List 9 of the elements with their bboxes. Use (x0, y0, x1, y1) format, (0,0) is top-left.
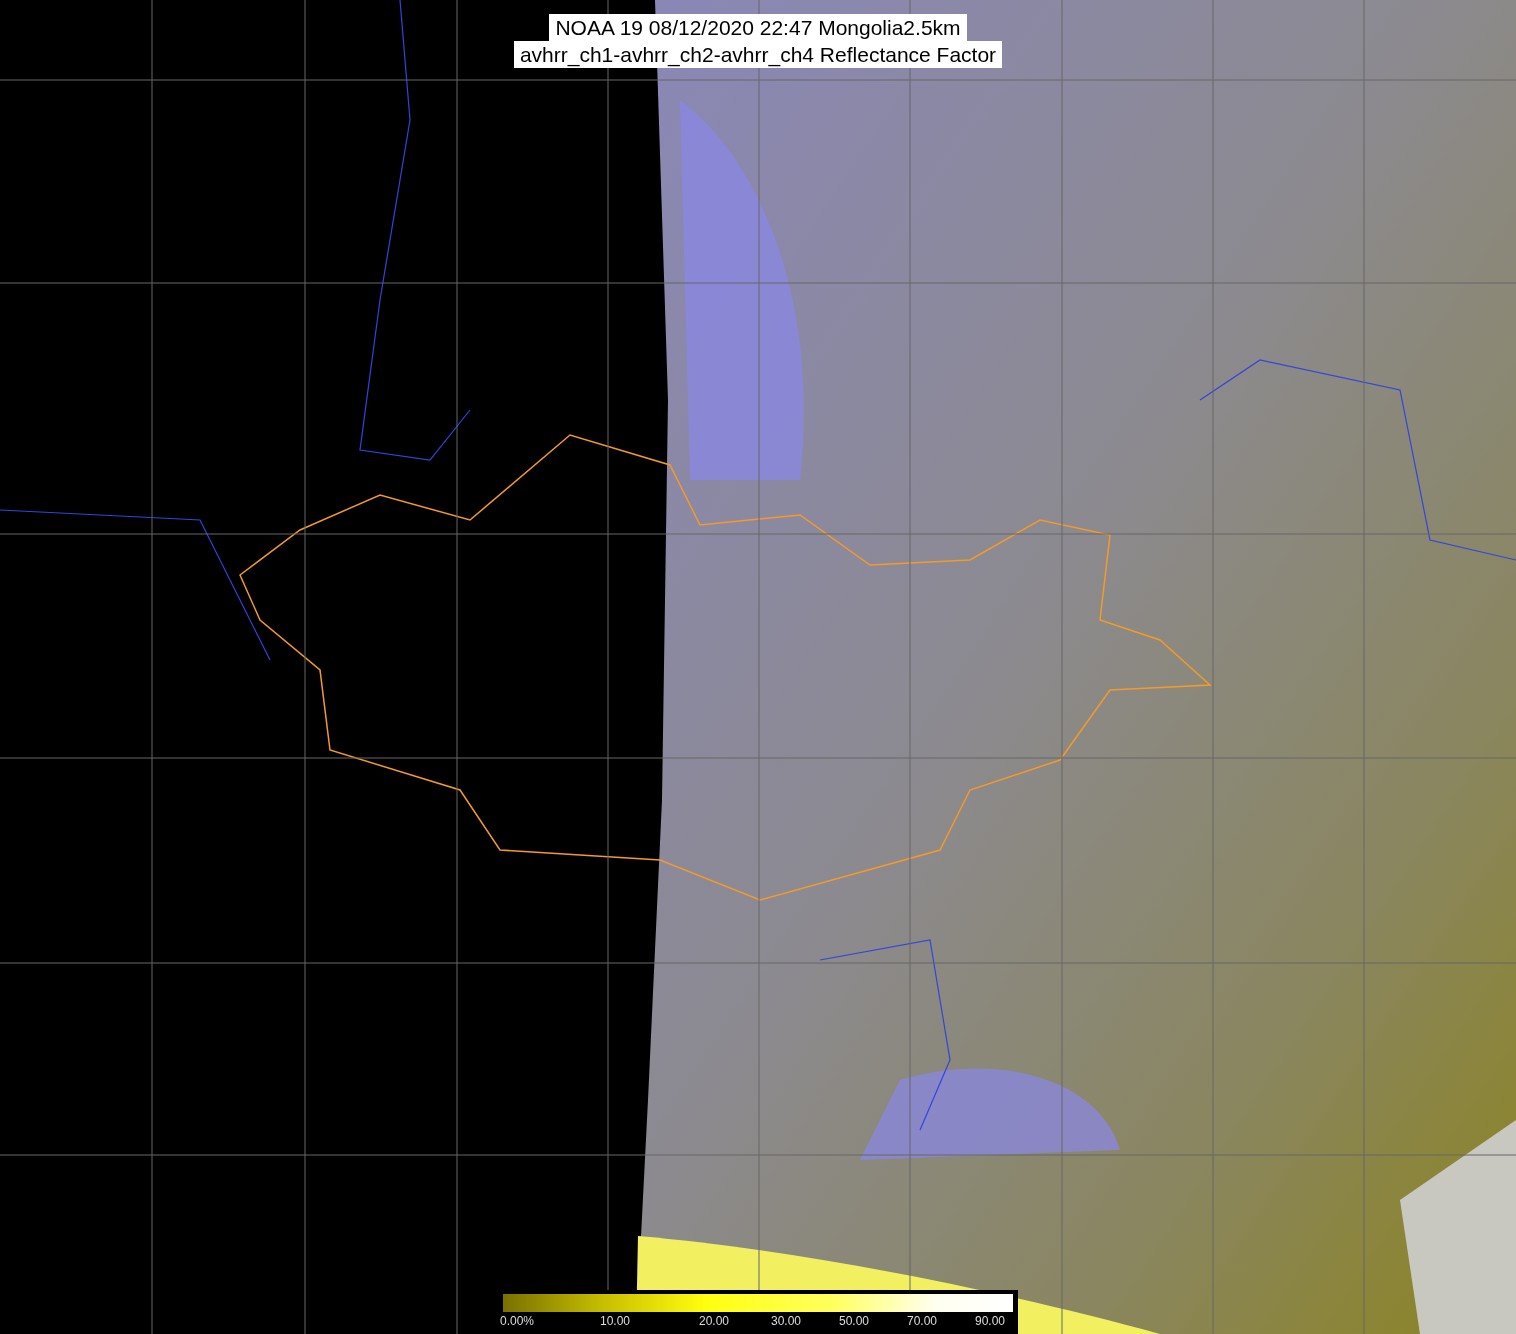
colorbar-label: 50.00 (839, 1314, 870, 1328)
colorbar-label: 20.00 (699, 1314, 730, 1328)
colorbar-label: 30.00 (771, 1314, 802, 1328)
colorbar-label: 10.00 (600, 1314, 631, 1328)
image-subtitle: avhrr_ch1-avhrr_ch2-avhrr_ch4 Reflectance Factor (513, 41, 1003, 68)
image-title: NOAA 19 08/12/2020 22:47 Mongolia2.5km (549, 14, 967, 41)
colorbar-label: 0.00% (500, 1314, 535, 1328)
colorbar-label: 70.00 (907, 1314, 938, 1328)
colorbar-label: 90.00 (975, 1314, 1006, 1328)
